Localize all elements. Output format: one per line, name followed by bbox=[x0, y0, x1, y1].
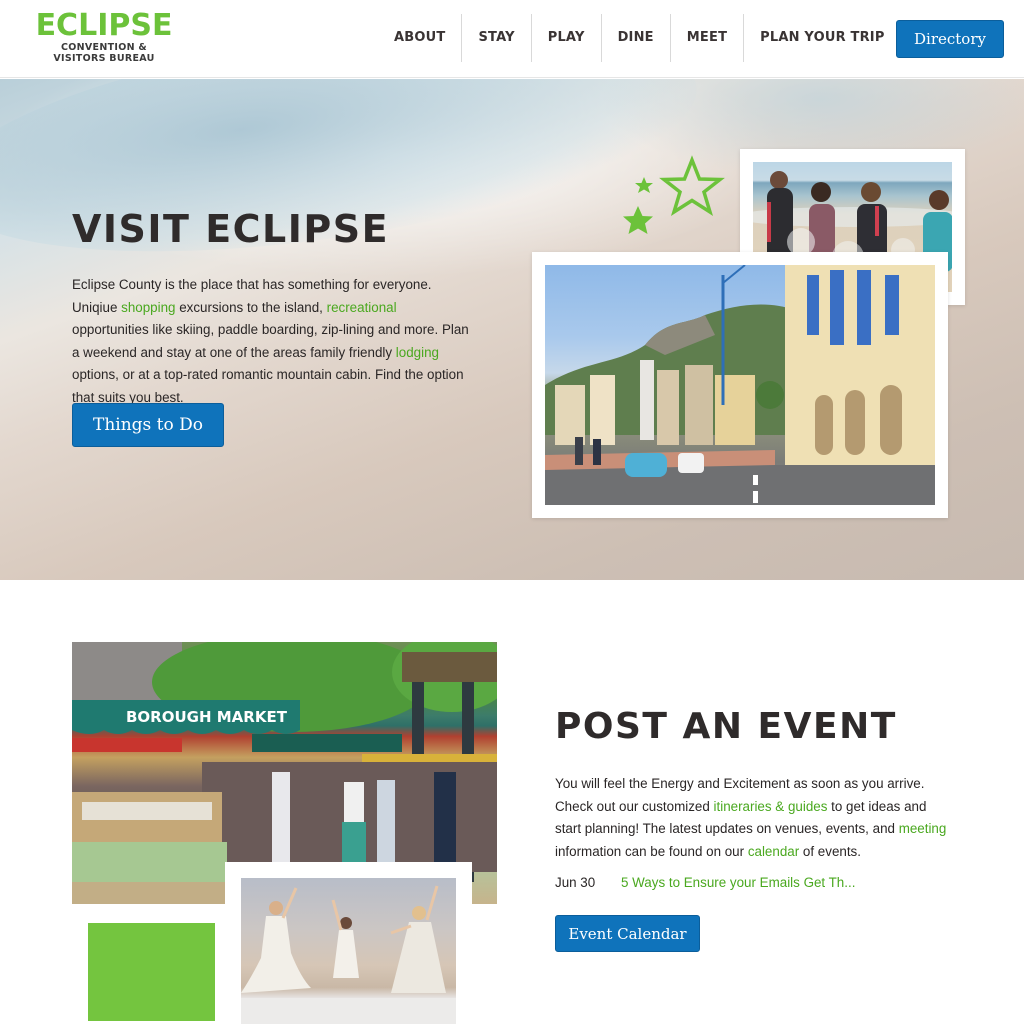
star-small-icon bbox=[635, 177, 653, 193]
latest-event-item: Jun 30 5 Ways to Ensure your Emails Get … bbox=[555, 875, 855, 890]
arch bbox=[815, 395, 833, 455]
lane-marking bbox=[753, 491, 758, 503]
city-street-photo-frame bbox=[532, 252, 948, 518]
logo-subtitle-line2: VISITORS BUREAU bbox=[53, 53, 155, 64]
person-head bbox=[929, 190, 949, 210]
arch bbox=[880, 385, 902, 455]
star-outline-icon bbox=[659, 155, 725, 217]
event-date: Jun 30 bbox=[555, 875, 596, 890]
stars-decoration bbox=[623, 155, 725, 234]
building bbox=[715, 375, 755, 445]
nav-item-meet[interactable]: MEET bbox=[671, 14, 743, 62]
logo-subtitle-line1: CONVENTION & bbox=[60, 42, 148, 53]
dancers-photo bbox=[241, 878, 456, 1024]
building bbox=[590, 375, 615, 445]
lodging-link[interactable]: lodging bbox=[396, 345, 439, 360]
event-calendar-button[interactable]: Event Calendar bbox=[555, 915, 700, 952]
shopper bbox=[272, 772, 290, 862]
market-sign-text: BOROUGH MARKET bbox=[126, 708, 288, 726]
dancers-illustration bbox=[241, 885, 456, 1024]
shopper bbox=[434, 772, 456, 862]
person-head bbox=[770, 171, 788, 189]
logo-wordmark: ECLIPSE bbox=[35, 8, 173, 43]
recreational-link[interactable]: recreational bbox=[327, 300, 397, 315]
hero-title: VISIT ECLIPSE bbox=[72, 207, 390, 251]
hero-description: Eclipse County is the place that has som… bbox=[72, 274, 472, 409]
nav-item-about[interactable]: ABOUT bbox=[378, 14, 461, 62]
logo[interactable]: ECLIPSE CONVENTION & VISITORS BUREAU bbox=[34, 8, 174, 65]
dancer-dress bbox=[241, 916, 311, 993]
arch bbox=[845, 390, 865, 455]
city-street-photo bbox=[545, 265, 935, 505]
palm-tree bbox=[756, 381, 784, 409]
produce bbox=[82, 802, 212, 820]
window bbox=[807, 275, 819, 335]
directory-button[interactable]: Directory bbox=[896, 20, 1004, 58]
city-street-illustration bbox=[545, 265, 935, 505]
building bbox=[657, 370, 679, 445]
stall-cloth bbox=[72, 842, 227, 882]
dancer-arm bbox=[281, 887, 298, 919]
person-head bbox=[811, 182, 831, 202]
dancer-dress bbox=[333, 930, 359, 978]
window bbox=[830, 270, 844, 345]
dancer-head bbox=[269, 901, 283, 915]
site-header: ECLIPSE CONVENTION & VISITORS BUREAU ABO… bbox=[0, 0, 1024, 78]
dancer-head bbox=[412, 906, 426, 920]
nav-item-stay[interactable]: STAY bbox=[462, 14, 530, 62]
event-title-link[interactable]: 5 Ways to Ensure your Emails Get Th... bbox=[621, 875, 855, 890]
car-white bbox=[678, 453, 704, 473]
car-blue bbox=[625, 453, 667, 477]
itineraries-guides-link[interactable]: itineraries & guides bbox=[714, 799, 828, 814]
event-section-description: You will feel the Energy and Excitement … bbox=[555, 773, 955, 863]
crane bbox=[722, 265, 746, 284]
nav-item-play[interactable]: PLAY bbox=[532, 14, 601, 62]
stall-base bbox=[72, 882, 227, 904]
person-head bbox=[861, 182, 881, 202]
road bbox=[545, 465, 935, 505]
meeting-link[interactable]: meeting bbox=[899, 821, 947, 836]
dancer-dress bbox=[391, 922, 446, 993]
shopping-link[interactable]: shopping bbox=[121, 300, 175, 315]
green-accent-block bbox=[88, 923, 215, 1021]
shopper-skirt bbox=[342, 822, 366, 862]
things-to-do-button[interactable]: Things to Do bbox=[72, 403, 224, 447]
building bbox=[685, 365, 713, 445]
dancer-arm bbox=[331, 899, 343, 931]
wooden-beam bbox=[402, 652, 497, 682]
pedestrian bbox=[593, 439, 601, 465]
event-section-title: POST AN EVENT bbox=[555, 706, 897, 747]
wetsuit-stripe bbox=[875, 206, 879, 236]
window bbox=[857, 270, 871, 345]
building bbox=[555, 385, 585, 445]
dancers-photo-frame bbox=[225, 862, 472, 1024]
event-text-segment: of events. bbox=[799, 843, 861, 859]
red-awning bbox=[72, 738, 182, 752]
stage-floor bbox=[241, 998, 456, 1024]
window bbox=[885, 275, 899, 335]
hero-text-segment: excursions to the island, bbox=[175, 299, 327, 315]
event-text-segment: information can be found on our bbox=[555, 843, 748, 859]
building bbox=[640, 360, 654, 440]
pedestrian bbox=[575, 437, 583, 465]
dancer-arm bbox=[425, 885, 439, 921]
calendar-link[interactable]: calendar bbox=[748, 844, 799, 859]
hero-text-segment: options, or at a top-rated romantic moun… bbox=[72, 367, 464, 405]
star-filled-icon bbox=[623, 206, 653, 234]
second-awning bbox=[252, 734, 402, 752]
nav-item-dine[interactable]: DINE bbox=[602, 14, 670, 62]
wetsuit-stripe bbox=[767, 202, 771, 242]
hero-section: VISIT ECLIPSE Eclipse County is the plac… bbox=[0, 79, 1024, 580]
nav-item-plan-your-trip[interactable]: PLAN YOUR TRIP bbox=[744, 14, 900, 62]
shopper bbox=[377, 780, 395, 862]
lane-marking bbox=[753, 475, 758, 485]
main-nav: ABOUT STAY PLAY DINE MEET PLAN YOUR TRIP bbox=[378, 14, 901, 62]
